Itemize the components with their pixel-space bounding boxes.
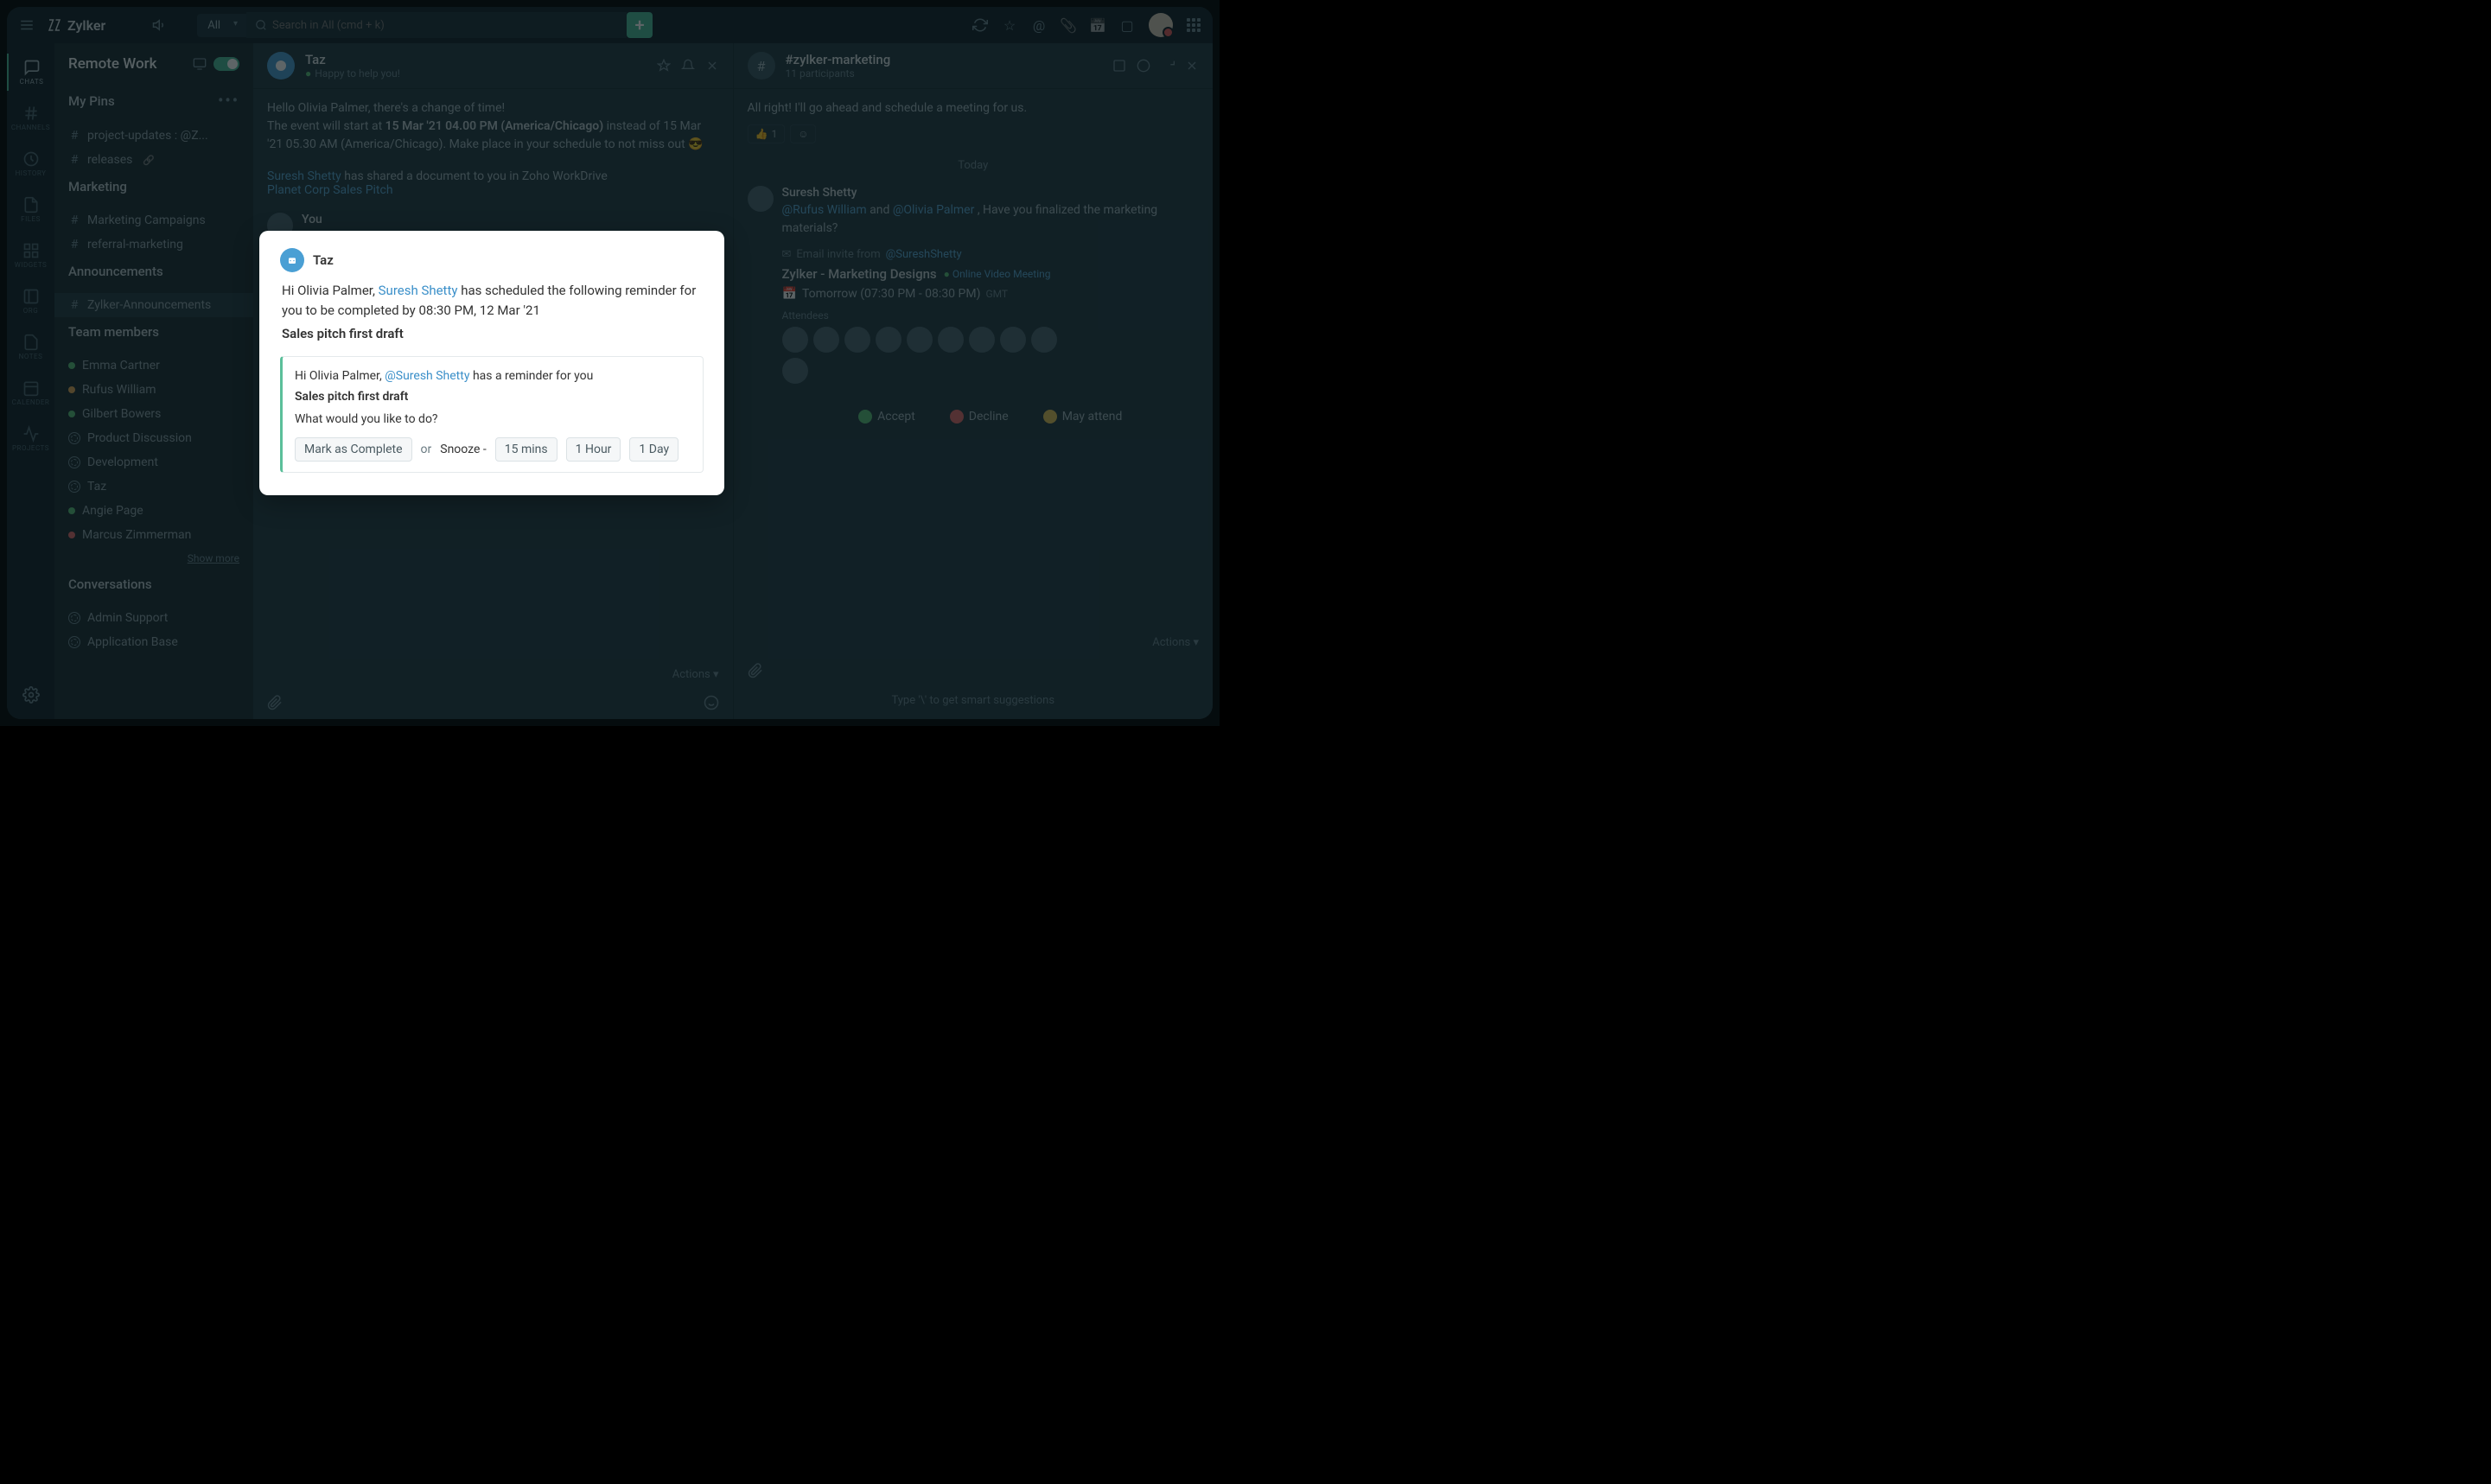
bot-avatar-icon [280,248,304,272]
snooze-1hour-button[interactable]: 1 Hour [566,437,621,462]
modal-sender: Taz [313,252,334,268]
reminder-card: Hi Olivia Palmer, @Suresh Shetty has a r… [280,356,704,473]
mark-complete-button[interactable]: Mark as Complete [295,437,412,462]
reminder-modal: Taz Hi Olivia Palmer, Suresh Shetty has … [259,231,724,496]
modal-overlay: Taz Hi Olivia Palmer, Suresh Shetty has … [0,0,1220,726]
modal-message: Hi Olivia Palmer, Suresh Shetty has sche… [280,281,704,345]
snooze-1day-button[interactable]: 1 Day [629,437,678,462]
snooze-15mins-button[interactable]: 15 mins [495,437,557,462]
